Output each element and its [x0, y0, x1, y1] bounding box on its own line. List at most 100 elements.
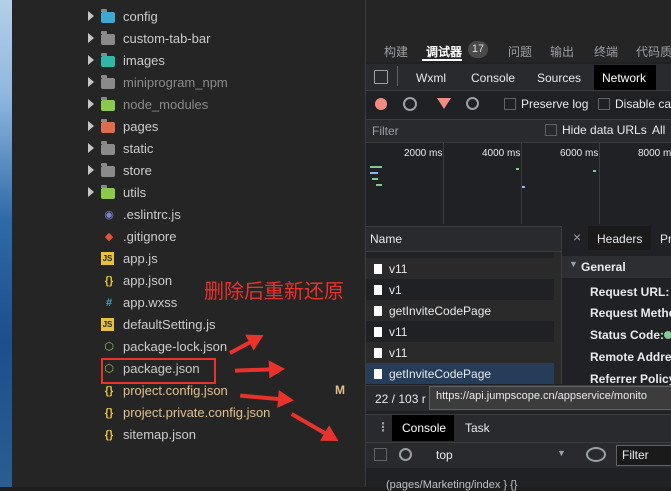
devtools-panel: 构建 调试器 17 问题 输出 终端 代码质 Wxml Console Sour…	[365, 0, 671, 491]
drawer-tab-task[interactable]: Task	[465, 421, 490, 435]
request-name: v1	[389, 283, 402, 297]
request-row[interactable]: getInviteCodePage	[366, 300, 554, 321]
tab-wxml[interactable]: Wxml	[416, 71, 446, 85]
request-row[interactable]: v11	[366, 258, 554, 279]
request-row[interactable]: v1	[366, 279, 554, 300]
clear-icon[interactable]	[403, 97, 417, 111]
drawer-tab-console[interactable]: Console	[402, 421, 446, 435]
tree-item-label: sitemap.json	[123, 427, 196, 442]
header-key: Status Code:	[590, 328, 665, 342]
chevron-right-icon[interactable]	[88, 187, 94, 197]
tree-item[interactable]: config	[70, 6, 365, 28]
tree-item-label: .gitignore	[123, 229, 177, 244]
js-icon: JS	[101, 252, 114, 265]
inspect-icon[interactable]	[374, 70, 388, 84]
tab-output[interactable]: 输出	[550, 43, 574, 60]
chevron-right-icon[interactable]	[88, 77, 94, 87]
tree-item-label: images	[123, 53, 165, 68]
tree-item-label: utils	[123, 185, 147, 200]
context-select[interactable]: top	[436, 448, 453, 462]
preserve-log-checkbox[interactable]	[504, 98, 516, 110]
timeline-bar	[370, 166, 382, 168]
tree-item[interactable]: custom-tab-bar	[70, 28, 365, 50]
tree-item[interactable]: static	[70, 138, 365, 160]
folder-config-icon	[101, 9, 115, 23]
console-filter-placeholder: Filter	[622, 448, 649, 462]
tree-item[interactable]: pages	[70, 116, 365, 138]
hide-data-urls-checkbox[interactable]	[545, 124, 557, 136]
filter-icon[interactable]	[437, 98, 451, 109]
timeline-bar	[522, 186, 525, 188]
tree-item[interactable]: miniprogram_npm	[70, 72, 365, 94]
general-section-title[interactable]: General	[581, 260, 626, 274]
git-icon: ◆	[104, 231, 114, 243]
status-dot-icon	[664, 331, 671, 339]
search-icon[interactable]	[466, 97, 479, 110]
sidebar-toggle-icon[interactable]	[374, 448, 387, 461]
folder-icon	[101, 75, 115, 89]
tree-item[interactable]: utils	[70, 182, 365, 204]
tree-item[interactable]: JS app.js	[70, 248, 365, 270]
tab-console[interactable]: Console	[471, 71, 515, 85]
eslint-icon: ◉	[104, 209, 114, 221]
name-column-header[interactable]: Name	[370, 232, 402, 246]
tab-network[interactable]: Network	[602, 71, 646, 85]
tree-item[interactable]: images	[70, 50, 365, 72]
close-icon[interactable]: ×	[573, 229, 581, 245]
timeline-bar	[370, 172, 378, 174]
console-clear-icon[interactable]	[399, 448, 412, 461]
json-icon: {}	[104, 275, 114, 287]
tab-terminal[interactable]: 终端	[594, 43, 618, 60]
request-row[interactable]: v11	[366, 342, 554, 363]
tab-preview[interactable]: Pr	[660, 232, 671, 246]
tree-item[interactable]: ◆ .gitignore	[70, 226, 365, 248]
header-key: Request Metho	[590, 306, 671, 320]
chevron-right-icon[interactable]	[88, 99, 94, 109]
header-key: Request URL:	[590, 285, 670, 299]
gridline	[521, 142, 522, 224]
tab-debugger[interactable]: 调试器	[426, 43, 462, 60]
tree-item-label: config	[123, 9, 158, 24]
eye-icon[interactable]	[586, 447, 606, 462]
chevron-right-icon[interactable]	[88, 55, 94, 65]
tree-item[interactable]: {} sitemap.json	[70, 424, 365, 446]
request-name: getInviteCodePage	[389, 304, 492, 318]
tab-issues[interactable]: 问题	[508, 43, 532, 60]
disable-cache-checkbox[interactable]	[598, 98, 610, 110]
drawer-menu-icon[interactable]: ⋮	[377, 420, 389, 434]
tree-item-label: store	[123, 163, 152, 178]
scrollbar[interactable]	[554, 252, 561, 384]
tab-code-quality[interactable]: 代码质	[636, 43, 671, 60]
request-name: getInviteCodePage	[389, 367, 492, 381]
tree-item[interactable]: ⬡ package-lock.json	[70, 336, 365, 358]
tree-item[interactable]: {} project.private.config.json	[70, 402, 365, 424]
chevron-right-icon[interactable]	[88, 143, 94, 153]
tab-build[interactable]: 构建	[384, 43, 408, 60]
disable-cache-label: Disable cac	[615, 97, 671, 111]
tree-item[interactable]: node_modules	[70, 94, 365, 116]
tree-item[interactable]: ◉ .eslintrc.js	[70, 204, 365, 226]
tab-sources[interactable]: Sources	[537, 71, 581, 85]
document-icon	[374, 348, 382, 358]
request-row[interactable]: getInviteCodePage	[366, 363, 554, 384]
ruler-tick: 2000 ms	[404, 148, 443, 159]
tree-item-label: .eslintrc.js	[123, 207, 181, 222]
tree-item[interactable]: store	[70, 160, 365, 182]
record-icon[interactable]	[375, 98, 387, 110]
chevron-right-icon[interactable]	[88, 121, 94, 131]
hide-data-urls-label: Hide data URLs	[562, 123, 647, 137]
tree-item-label: app.wxss	[123, 295, 178, 310]
chevron-right-icon[interactable]	[88, 165, 94, 175]
request-row[interactable]: v11	[366, 321, 554, 342]
tab-headers[interactable]: Headers	[597, 232, 642, 246]
tree-item-label: pages	[123, 119, 159, 134]
request-list: v11 v1 getInviteCodePage v11 v11 getInviteCod…	[366, 258, 554, 384]
filter-all[interactable]: All	[652, 123, 665, 137]
tree-item[interactable]: JS defaultSetting.js	[70, 314, 365, 336]
collapse-icon[interactable]: ▼	[569, 259, 578, 269]
filter-input[interactable]: Filter	[372, 124, 399, 138]
request-name: v11	[389, 325, 408, 339]
chevron-right-icon[interactable]	[88, 33, 94, 43]
chevron-right-icon[interactable]	[88, 11, 94, 21]
context-dropdown-icon[interactable]: ▼	[557, 448, 566, 458]
